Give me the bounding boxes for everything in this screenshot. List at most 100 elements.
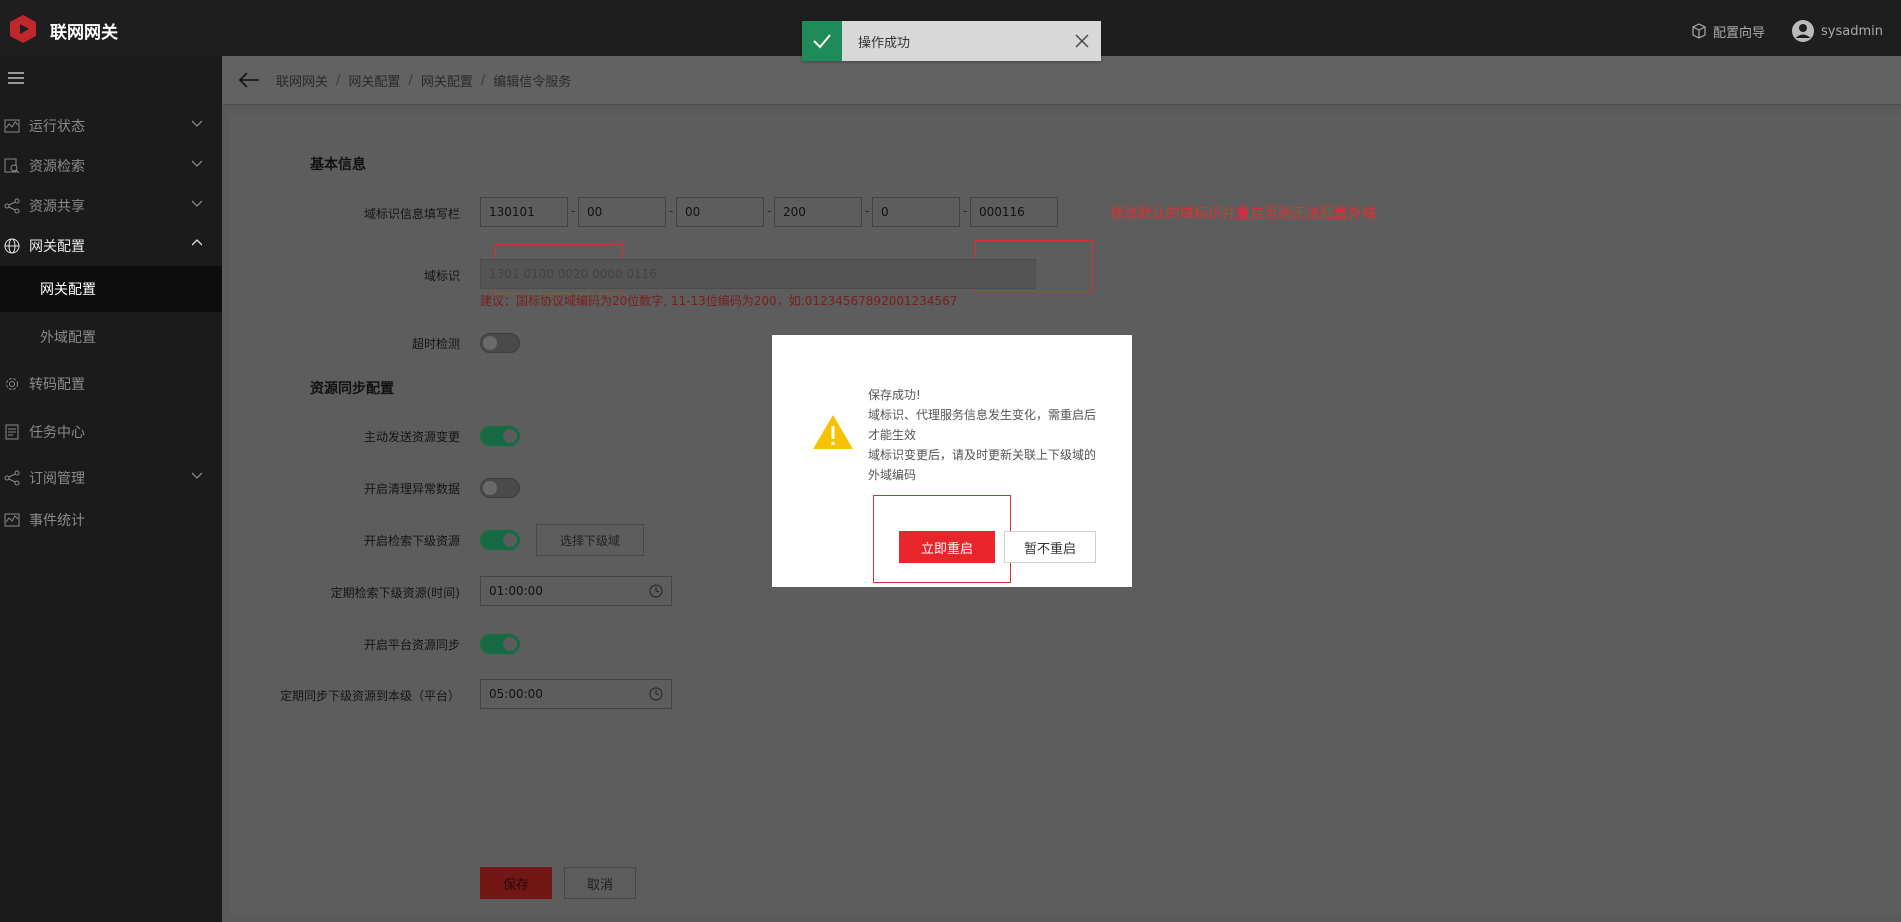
- dash-separator: -: [963, 204, 968, 218]
- dialog-line: 保存成功!: [868, 388, 921, 402]
- dialog-line: 域标识变更后，请及时更新关联上下级域的: [868, 448, 1097, 462]
- config-wizard-link[interactable]: 配置向导: [1691, 22, 1765, 41]
- share-icon: [3, 469, 21, 487]
- back-arrow-icon[interactable]: [238, 72, 260, 88]
- breadcrumb-current: 编辑信令服务: [493, 74, 572, 90]
- dialog-line: 才能生效: [868, 428, 917, 442]
- periodic-search-value: 01:00:00: [489, 584, 543, 598]
- check-icon: [802, 21, 842, 61]
- periodic-sync-value: 05:00:00: [489, 687, 543, 701]
- clean-abnormal-label: 开启清理异常数据: [363, 482, 460, 496]
- save-button[interactable]: 保存: [480, 867, 552, 899]
- domain-id-field: 1301 0100 0020 0000 0116: [480, 259, 1036, 289]
- sidebar-item-transcode-config[interactable]: 转码配置: [0, 364, 222, 404]
- sidebar-item-resource-search[interactable]: 资源检索: [0, 146, 222, 186]
- section-title-basic: 基本信息: [310, 157, 366, 173]
- gear-icon: [3, 375, 21, 393]
- clock-icon: [649, 584, 663, 598]
- cancel-button[interactable]: 取消: [564, 867, 636, 899]
- sidebar-item-label: 网关配置: [29, 239, 85, 255]
- breadcrumb-separator: /: [336, 72, 341, 88]
- sidebar-subitem-label: 外域配置: [40, 330, 96, 346]
- sidebar-item-label: 转码配置: [29, 377, 85, 393]
- sidebar-subitem-external-domain[interactable]: 外域配置: [0, 314, 222, 360]
- share-icon: [3, 197, 21, 215]
- periodic-sync-label: 定期同步下级资源到本级（平台）: [280, 689, 461, 703]
- cube-icon: [1692, 23, 1706, 39]
- line-chart-icon: [3, 117, 21, 135]
- sidebar-item-resource-share[interactable]: 资源共享: [0, 186, 222, 226]
- sidebar-item-label: 运行状态: [29, 119, 85, 135]
- restart-now-button[interactable]: 立即重启: [899, 531, 995, 563]
- breadcrumb-separator: /: [480, 72, 486, 88]
- chevron-down-icon: [192, 160, 202, 167]
- chevron-down-icon: [192, 472, 202, 479]
- sidebar-item-label: 资源共享: [29, 199, 85, 215]
- chevron-down-icon: [192, 200, 202, 207]
- periodic-search-time-input[interactable]: 01:00:00: [480, 576, 672, 606]
- chevron-down-icon: [192, 120, 202, 127]
- active-send-label: 主动发送资源变更: [363, 430, 460, 444]
- restart-later-button[interactable]: 暂不重启: [1004, 531, 1096, 563]
- dash-separator: -: [571, 204, 576, 218]
- domain-id-label: 域标识: [423, 269, 460, 283]
- domain-part-1-input[interactable]: 130101: [480, 197, 568, 227]
- sidebar-item-run-status[interactable]: 运行状态: [0, 106, 222, 146]
- breadcrumb-item[interactable]: 联网网关: [276, 71, 328, 90]
- breadcrumb: 联网网关 / 网关配置 / 网关配置 / 编辑信令服务: [222, 56, 1901, 105]
- dialog-message: 保存成功! 域标识、代理服务信息发生变化，需重启后 才能生效 域标识变更后，请及…: [868, 385, 1106, 485]
- user-menu[interactable]: sysadmin: [1791, 19, 1883, 43]
- task-doc-icon: [3, 423, 21, 441]
- periodic-sync-time-input[interactable]: 05:00:00: [480, 679, 672, 709]
- breadcrumb-separator: /: [408, 72, 413, 88]
- app-logo-icon: [10, 15, 36, 43]
- avatar-icon: [1792, 20, 1815, 42]
- domain-part-4-input[interactable]: 200: [774, 197, 862, 227]
- domain-annotation-note: 修改默认的域标识并重启否则无法配置外域: [1110, 206, 1376, 222]
- domain-part-2-input[interactable]: 00: [578, 197, 666, 227]
- breadcrumb-item[interactable]: 网关配置: [421, 71, 473, 90]
- section-title-sync: 资源同步配置: [310, 381, 394, 397]
- domain-part-5-input[interactable]: 0: [872, 197, 960, 227]
- sidebar-item-gateway-config[interactable]: 网关配置: [0, 226, 222, 266]
- dash-separator: -: [865, 204, 870, 218]
- sidebar-item-label: 事件统计: [29, 513, 85, 529]
- username: sysadmin: [1821, 23, 1883, 39]
- search-doc-icon: [3, 157, 21, 175]
- config-wizard-label: 配置向导: [1713, 25, 1766, 41]
- restart-dialog: 保存成功! 域标识、代理服务信息发生变化，需重启后 才能生效 域标识变更后，请及…: [772, 335, 1132, 587]
- line-chart-icon: [3, 511, 21, 529]
- sidebar-item-label: 任务中心: [29, 425, 85, 441]
- periodic-search-label: 定期检索下级资源(时间): [330, 586, 460, 600]
- domain-part-3-input[interactable]: 00: [676, 197, 764, 227]
- timeout-label: 超时检测: [411, 337, 460, 351]
- timeout-toggle[interactable]: [480, 333, 520, 353]
- sidebar-item-subscription[interactable]: 订阅管理: [0, 458, 222, 498]
- clock-icon: [649, 687, 663, 701]
- active-send-toggle[interactable]: [480, 426, 520, 446]
- domain-part-6-input[interactable]: 000116: [970, 197, 1058, 227]
- domain-fill-label: 域标识信息填写栏: [363, 207, 460, 221]
- clean-abnormal-toggle[interactable]: [480, 478, 520, 498]
- warning-icon: [813, 415, 853, 449]
- dialog-line: 域标识、代理服务信息发生变化，需重启后: [868, 408, 1097, 422]
- domain-hint: 建议：国标协议域编码为20位数字, 11-13位编码为200，如:0123456…: [480, 294, 958, 308]
- menu-collapse-icon[interactable]: [8, 72, 24, 86]
- breadcrumb-item[interactable]: 网关配置: [348, 71, 400, 90]
- sidebar-item-task-center[interactable]: 任务中心: [0, 412, 222, 452]
- dialog-line: 外域编码: [868, 468, 917, 482]
- sidebar-subitem-gateway-config[interactable]: 网关配置: [0, 266, 222, 312]
- toast-message: 操作成功: [858, 35, 911, 51]
- sidebar-subitem-label: 网关配置: [40, 282, 96, 298]
- sidebar-item-label: 资源检索: [29, 159, 85, 175]
- dash-separator: -: [767, 204, 772, 218]
- close-icon[interactable]: [1075, 34, 1089, 48]
- dash-separator: -: [669, 204, 674, 218]
- chevron-up-icon: [192, 239, 202, 246]
- search-lower-toggle[interactable]: [480, 530, 520, 550]
- globe-icon: [3, 237, 21, 255]
- success-toast: 操作成功: [802, 21, 1101, 61]
- select-lower-domain-button[interactable]: 选择下级域: [536, 524, 644, 556]
- sidebar-item-event-stats[interactable]: 事件统计: [0, 500, 222, 540]
- platform-sync-toggle[interactable]: [480, 634, 520, 654]
